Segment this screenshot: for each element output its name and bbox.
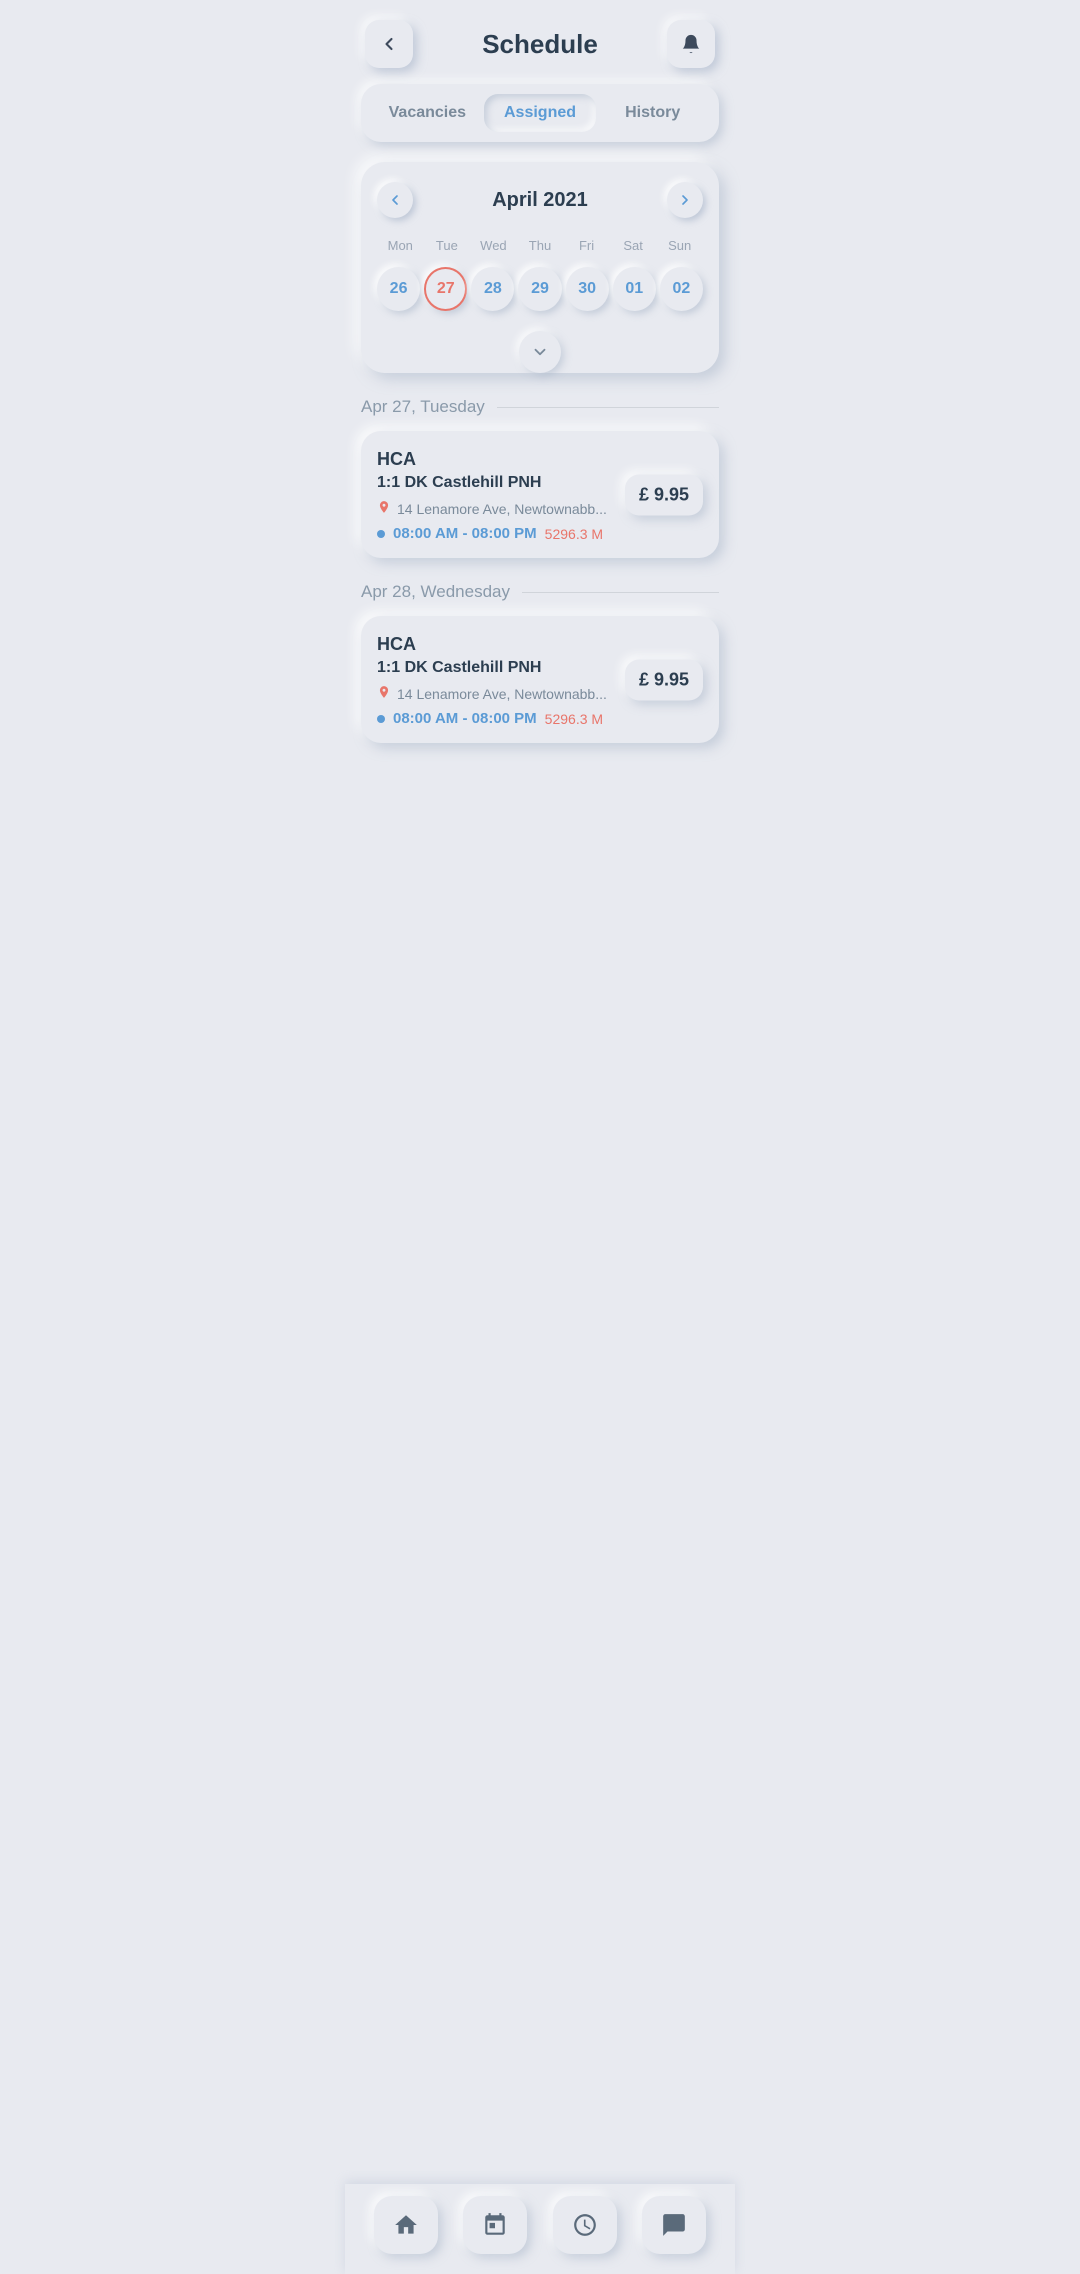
job-location-text: 14 Lenamore Ave, Newtownabb... [397, 501, 607, 517]
job-time: 08:00 AM - 08:00 PM [393, 525, 537, 542]
job-card-apr27-0[interactable]: HCA 1:1 DK Castlehill PNH 14 Lenamore Av… [361, 431, 719, 558]
calendar-days-header: Mon Tue Wed Thu Fri Sat Sun [377, 234, 703, 257]
date-29[interactable]: 29 [518, 267, 561, 311]
nav-chat-button[interactable] [642, 2196, 706, 2254]
job-card-apr28-0[interactable]: HCA 1:1 DK Castlehill PNH 14 Lenamore Av… [361, 616, 719, 743]
header: Schedule [345, 0, 735, 84]
day-section-title-apr27: Apr 27, Tuesday [361, 397, 485, 417]
day-section-title-apr28: Apr 28, Wednesday [361, 582, 510, 602]
calendar-expand [377, 317, 703, 363]
date-28[interactable]: 28 [471, 267, 514, 311]
day-section-apr27: Apr 27, Tuesday HCA 1:1 DK Castlehill PN… [361, 397, 719, 558]
calendar-card: April 2021 Mon Tue Wed Thu Fri Sat Sun 2… [361, 162, 719, 373]
day-label-wed: Wed [470, 234, 517, 257]
tab-bar: Vacancies Assigned History [361, 84, 719, 142]
day-section-line-apr28 [522, 592, 719, 593]
calendar-month-label: April 2021 [413, 189, 667, 212]
job-time-apr28: 08:00 AM - 08:00 PM [393, 710, 537, 727]
day-section-apr28: Apr 28, Wednesday HCA 1:1 DK Castlehill … [361, 582, 719, 743]
nav-calendar-button[interactable] [463, 2196, 527, 2254]
date-02[interactable]: 02 [660, 267, 703, 311]
job-time-row-apr28: 08:00 AM - 08:00 PM 5296.3 M [377, 710, 703, 727]
nav-home-button[interactable] [374, 2196, 438, 2254]
date-01[interactable]: 01 [613, 267, 656, 311]
day-label-tue: Tue [424, 234, 471, 257]
day-label-sat: Sat [610, 234, 657, 257]
next-month-button[interactable] [667, 182, 703, 218]
location-icon-apr28 [377, 685, 391, 702]
location-icon [377, 500, 391, 517]
time-dot [377, 530, 385, 538]
day-label-fri: Fri [563, 234, 610, 257]
day-section-header-apr27: Apr 27, Tuesday [361, 397, 719, 417]
date-26[interactable]: 26 [377, 267, 420, 311]
bottom-nav [345, 2184, 735, 2274]
job-distance: 5296.3 M [545, 526, 603, 542]
calendar-header: April 2021 [377, 182, 703, 218]
expand-calendar-button[interactable] [519, 331, 561, 373]
time-dot-apr28 [377, 715, 385, 723]
job-type: HCA [377, 449, 703, 470]
back-button[interactable] [365, 20, 413, 68]
tab-history[interactable]: History [596, 94, 709, 132]
page-title: Schedule [482, 29, 598, 60]
job-type-apr28: HCA [377, 634, 703, 655]
notification-button[interactable] [667, 20, 715, 68]
calendar-dates: 26 27 28 29 30 01 02 [377, 267, 703, 311]
schedule: Apr 27, Tuesday HCA 1:1 DK Castlehill PN… [345, 397, 735, 743]
prev-month-button[interactable] [377, 182, 413, 218]
tab-assigned[interactable]: Assigned [484, 94, 597, 132]
job-price: £ 9.95 [625, 474, 703, 515]
job-location-text-apr28: 14 Lenamore Ave, Newtownabb... [397, 686, 607, 702]
day-label-sun: Sun [656, 234, 703, 257]
day-label-mon: Mon [377, 234, 424, 257]
nav-clock-button[interactable] [553, 2196, 617, 2254]
tab-vacancies[interactable]: Vacancies [371, 94, 484, 132]
date-27[interactable]: 27 [424, 267, 467, 311]
date-30[interactable]: 30 [566, 267, 609, 311]
day-section-header-apr28: Apr 28, Wednesday [361, 582, 719, 602]
job-price-apr28: £ 9.95 [625, 659, 703, 700]
job-distance-apr28: 5296.3 M [545, 711, 603, 727]
job-time-row: 08:00 AM - 08:00 PM 5296.3 M [377, 525, 703, 542]
day-label-thu: Thu [517, 234, 564, 257]
day-section-line-apr27 [497, 407, 719, 408]
